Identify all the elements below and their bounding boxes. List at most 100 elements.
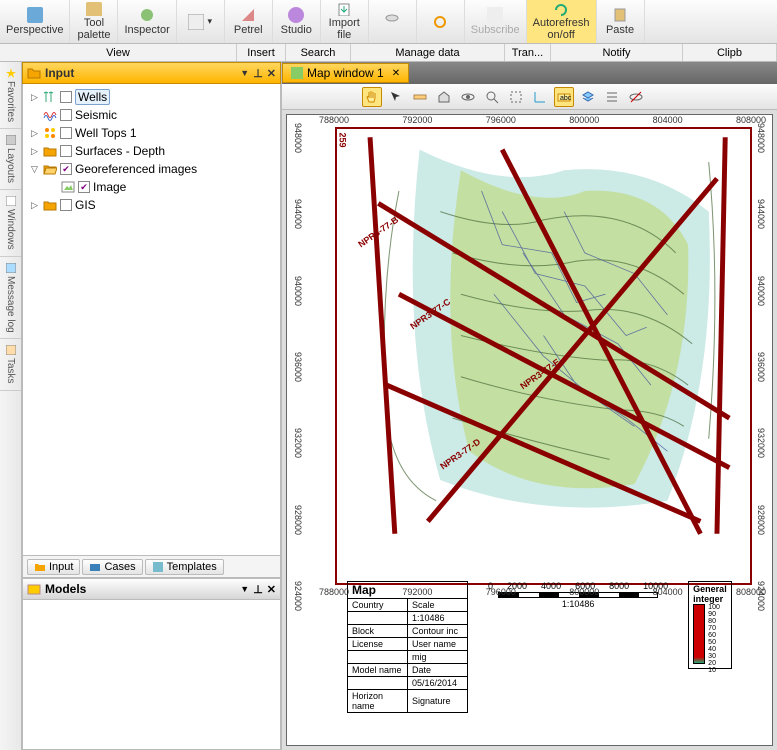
tab-windows[interactable]: Windows — [0, 190, 21, 257]
tab-message-log[interactable]: Message log — [0, 257, 21, 340]
x-tick: 800000 — [569, 587, 599, 597]
group-tran: Tran... — [505, 44, 551, 61]
group-clipb: Clipb — [683, 44, 777, 61]
y-tick: 932000 — [293, 428, 303, 458]
twisty-icon[interactable] — [29, 110, 40, 121]
perspective-button[interactable]: Perspective — [0, 0, 70, 43]
map-frame: 259 NPR3-77-B NPR3-77-C NPR3-77-E NPR3-7… — [335, 127, 752, 585]
twisty-icon[interactable]: ▷ — [29, 128, 40, 139]
legend-val: 40 — [708, 646, 720, 653]
axes-tool[interactable] — [530, 87, 550, 107]
checkbox[interactable] — [60, 145, 72, 157]
checkbox[interactable] — [60, 199, 72, 211]
subscribe-button: Subscribe — [465, 0, 527, 43]
zoom-tool[interactable] — [482, 87, 502, 107]
y-tick: 932000 — [756, 428, 766, 458]
tab-layouts[interactable]: Layouts — [0, 129, 21, 190]
templates-tab[interactable]: Templates — [145, 559, 224, 575]
home-tool[interactable] — [434, 87, 454, 107]
x-tick: 788000 — [319, 115, 349, 125]
info-row: CountryScale — [348, 599, 468, 612]
legend-val: 50 — [708, 639, 720, 646]
y-tick: 924000 — [293, 581, 303, 611]
checkbox[interactable] — [78, 181, 90, 193]
info-row: Horizon nameSignature — [348, 690, 468, 713]
window-icon — [6, 196, 16, 206]
map-image — [337, 129, 750, 542]
group-manage: Manage data — [351, 44, 505, 61]
info-row: LicenseUser name — [348, 638, 468, 651]
import-file-button[interactable]: Import file — [321, 0, 369, 43]
twisty-icon[interactable] — [47, 182, 58, 193]
tab-favorites[interactable]: Favorites — [0, 62, 21, 129]
y-tick: 928000 — [756, 505, 766, 535]
pan-tool[interactable] — [362, 87, 382, 107]
twisty-icon[interactable]: ▷ — [29, 146, 40, 157]
map-icon — [291, 67, 303, 79]
tree-item-seismic[interactable]: Seismic — [25, 106, 278, 124]
template-icon — [152, 561, 164, 573]
petrel-button[interactable]: Petrel — [225, 0, 273, 43]
cursor-icon — [389, 90, 403, 104]
tran-button[interactable] — [417, 0, 465, 43]
checkbox[interactable] — [60, 109, 72, 121]
tree-item-surfaces-depth[interactable]: ▷Surfaces - Depth — [25, 142, 278, 160]
y-tick: 944000 — [293, 199, 303, 229]
tree-item-image[interactable]: Image — [25, 178, 278, 196]
tab-tasks[interactable]: Tasks — [0, 339, 21, 391]
home-icon — [437, 90, 451, 104]
panes-button[interactable]: ▾ — [177, 0, 225, 43]
info-row: 1:10486 — [348, 612, 468, 625]
dropdown-icon[interactable]: ▼ — [240, 584, 249, 594]
tree-item-georeferenced-images[interactable]: ▽Georeferenced images — [25, 160, 278, 178]
cases-tab[interactable]: Cases — [82, 559, 142, 575]
paste-icon — [612, 7, 628, 23]
legend-val: 10 — [708, 667, 720, 674]
y-tick: 936000 — [293, 352, 303, 382]
studio-icon — [288, 7, 304, 23]
measure-tool[interactable] — [410, 87, 430, 107]
twisty-icon[interactable]: ▷ — [29, 200, 40, 211]
x-tick: 792000 — [402, 587, 432, 597]
tool-palette-button[interactable]: Tool palette — [70, 0, 118, 43]
close-icon[interactable]: ✕ — [267, 583, 276, 596]
checkbox[interactable] — [60, 127, 72, 139]
paste-button[interactable]: Paste — [597, 0, 645, 43]
legend-val: 20 — [708, 660, 720, 667]
y-tick: 940000 — [756, 276, 766, 306]
y-tick: 928000 — [293, 505, 303, 535]
toggle-vis-tool[interactable] — [626, 87, 646, 107]
pin-icon[interactable]: ⊥ — [253, 583, 263, 596]
autorefresh-button[interactable]: Autorefresh on/off — [527, 0, 597, 43]
studio-button[interactable]: Studio — [273, 0, 321, 43]
legend-tool[interactable] — [602, 87, 622, 107]
import-icon — [336, 2, 352, 16]
tree-item-gis[interactable]: ▷GIS — [25, 196, 278, 214]
inspector-button[interactable]: Inspector — [118, 0, 176, 43]
bottom-tabs: Input Cases Templates — [22, 556, 281, 578]
twisty-icon[interactable]: ▷ — [29, 92, 40, 103]
manage-extra-button[interactable] — [369, 0, 417, 43]
close-tab-icon[interactable]: ✕ — [392, 68, 400, 79]
map-window-tab[interactable]: Map window 1 ✕ — [282, 63, 409, 83]
pin-icon[interactable]: ⊥ — [253, 67, 263, 80]
tree-item-wells[interactable]: ▷Wells — [25, 88, 278, 106]
input-tab[interactable]: Input — [27, 559, 80, 575]
close-icon[interactable]: ✕ — [267, 67, 276, 80]
view-tool[interactable] — [458, 87, 478, 107]
tree-item-well-tops-1[interactable]: ▷Well Tops 1 — [25, 124, 278, 142]
layer-tool[interactable] — [578, 87, 598, 107]
bbox-tool[interactable] — [506, 87, 526, 107]
info-row: mig — [348, 651, 468, 664]
twisty-icon[interactable]: ▽ — [29, 164, 40, 175]
dropdown-icon[interactable]: ▼ — [240, 68, 249, 78]
label-tool[interactable]: abc — [554, 87, 574, 107]
tree-item-label: Image — [93, 180, 126, 194]
checkbox[interactable] — [60, 91, 72, 103]
folder-icon — [34, 561, 46, 573]
map-info-strip: Map CountryScale1:10486BlockContour incL… — [347, 581, 722, 713]
select-tool[interactable] — [386, 87, 406, 107]
star-icon — [6, 68, 16, 78]
checkbox[interactable] — [60, 163, 72, 175]
map-canvas[interactable]: 259 NPR3-77-B NPR3-77-C NPR3-77-E NPR3-7… — [286, 114, 773, 746]
